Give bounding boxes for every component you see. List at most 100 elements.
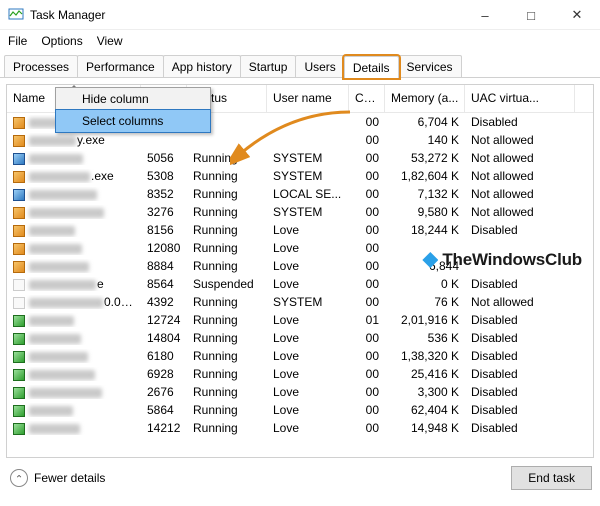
watermark-text: TheWindowsClub	[442, 250, 582, 270]
tab-details[interactable]: Details	[344, 56, 399, 78]
cell-status: Running	[187, 151, 267, 165]
end-task-button[interactable]: End task	[511, 466, 592, 490]
table-row[interactable]: 5056RunningSYSTEM0053,272 KNot allowed	[7, 149, 593, 167]
process-icon	[13, 153, 25, 165]
tab-performance[interactable]: Performance	[77, 55, 164, 77]
cell-pid: 8156	[141, 223, 187, 237]
menu-view[interactable]: View	[97, 34, 123, 48]
maximize-button[interactable]: □	[508, 0, 554, 30]
fewer-details-button[interactable]: ⌄ Fewer details	[10, 469, 105, 487]
process-name-blurred	[29, 226, 75, 236]
table-row[interactable]: e8564SuspendedLove000 KDisabled	[7, 275, 593, 293]
column-header-memory[interactable]: Memory (a...	[385, 85, 465, 112]
table-row[interactable]: 5864RunningLove0062,404 KDisabled	[7, 401, 593, 419]
cell-pid: 6928	[141, 367, 187, 381]
process-icon	[13, 387, 25, 399]
cell-memory: 7,132 K	[385, 187, 465, 201]
fewer-details-label: Fewer details	[34, 471, 105, 485]
cell-status: Running	[187, 205, 267, 219]
process-icon	[13, 207, 25, 219]
process-icon	[13, 261, 25, 273]
process-icon	[13, 315, 25, 327]
column-header-user[interactable]: User name	[267, 85, 349, 112]
cell-user: SYSTEM	[267, 295, 349, 309]
cell-cpu: 00	[349, 115, 385, 129]
process-name-blurred	[29, 172, 90, 182]
column-header-uac[interactable]: UAC virtua...	[465, 85, 575, 112]
cell-user: Love	[267, 349, 349, 363]
process-icon	[13, 333, 25, 345]
tab-startup[interactable]: Startup	[240, 55, 297, 77]
cell-name	[7, 259, 141, 273]
cell-status: Running	[187, 367, 267, 381]
cell-cpu: 00	[349, 133, 385, 147]
watermark: TheWindowsClub	[422, 250, 582, 270]
tab-processes[interactable]: Processes	[4, 55, 78, 77]
cell-status: Running	[187, 295, 267, 309]
cell-cpu: 00	[349, 169, 385, 183]
minimize-button[interactable]: ‒	[462, 0, 508, 30]
process-icon	[13, 171, 25, 183]
cell-cpu: 00	[349, 331, 385, 345]
cell-name	[7, 223, 141, 237]
process-name-suffix: y.exe	[77, 133, 105, 147]
table-row[interactable]: 6928RunningLove0025,416 KDisabled	[7, 365, 593, 383]
cell-pid: 12080	[141, 241, 187, 255]
cell-pid: 4392	[141, 295, 187, 309]
process-name-suffix: .exe	[91, 169, 114, 183]
cell-uac: Not allowed	[465, 205, 575, 219]
cell-pid: 5864	[141, 403, 187, 417]
footer-bar: ⌄ Fewer details End task	[0, 458, 600, 498]
process-name-blurred	[29, 334, 81, 344]
cell-cpu: 00	[349, 367, 385, 381]
cell-memory: 1,38,320 K	[385, 349, 465, 363]
table-row[interactable]: .exe5308RunningSYSTEM001,82,604 KNot all…	[7, 167, 593, 185]
process-name-blurred	[29, 262, 89, 272]
menu-file[interactable]: File	[8, 34, 27, 48]
table-row[interactable]: 8156RunningLove0018,244 KDisabled	[7, 221, 593, 239]
table-row[interactable]: 14212RunningLove0014,948 KDisabled	[7, 419, 593, 437]
cell-user: Love	[267, 421, 349, 435]
cell-name	[7, 349, 141, 363]
cell-user: SYSTEM	[267, 169, 349, 183]
table-row[interactable]: 12724RunningLove012,01,916 KDisabled	[7, 311, 593, 329]
process-name-blurred	[29, 352, 88, 362]
table-row[interactable]: 8352RunningLOCAL SE...007,132 KNot allow…	[7, 185, 593, 203]
app-icon	[8, 7, 24, 23]
close-button[interactable]: ✕	[554, 0, 600, 30]
cell-uac: Not allowed	[465, 187, 575, 201]
tab-users[interactable]: Users	[295, 55, 344, 77]
process-name-blurred	[29, 136, 76, 146]
table-body[interactable]: rame...006,704 KDisabledy.exe00140 KNot …	[7, 113, 593, 457]
cell-user: SYSTEM	[267, 205, 349, 219]
cell-status: Suspended	[187, 277, 267, 291]
cell-uac: Disabled	[465, 331, 575, 345]
table-row[interactable]: 3276RunningSYSTEM009,580 KNot allowed	[7, 203, 593, 221]
table-row[interactable]: 0.0_x8...4392RunningSYSTEM0076 KNot allo…	[7, 293, 593, 311]
cell-status: Running	[187, 241, 267, 255]
menu-options[interactable]: Options	[41, 34, 82, 48]
table-row[interactable]: 6180RunningLove001,38,320 KDisabled	[7, 347, 593, 365]
cell-user: LOCAL SE...	[267, 187, 349, 201]
cell-memory: 25,416 K	[385, 367, 465, 381]
cell-name: 0.0_x8...	[7, 295, 141, 309]
table-row[interactable]: 14804RunningLove00536 KDisabled	[7, 329, 593, 347]
context-hide-column[interactable]: Hide column	[56, 88, 210, 110]
cell-name	[7, 403, 141, 417]
cell-uac: Not allowed	[465, 151, 575, 165]
context-select-columns[interactable]: Select columns	[56, 110, 210, 132]
cell-pid: 12724	[141, 313, 187, 327]
cell-name	[7, 313, 141, 327]
table-row[interactable]: y.exe00140 KNot allowed	[7, 131, 593, 149]
table-row[interactable]: 2676RunningLove003,300 KDisabled	[7, 383, 593, 401]
cell-cpu: 00	[349, 277, 385, 291]
process-name-blurred	[29, 190, 97, 200]
tab-services[interactable]: Services	[398, 55, 462, 77]
cell-user: Love	[267, 403, 349, 417]
process-name-suffix: e	[97, 277, 104, 291]
tab-app-history[interactable]: App history	[163, 55, 241, 77]
column-header-cpu[interactable]: CPU	[349, 85, 385, 112]
cell-uac: Not allowed	[465, 295, 575, 309]
process-icon	[13, 135, 25, 147]
cell-uac: Not allowed	[465, 169, 575, 183]
